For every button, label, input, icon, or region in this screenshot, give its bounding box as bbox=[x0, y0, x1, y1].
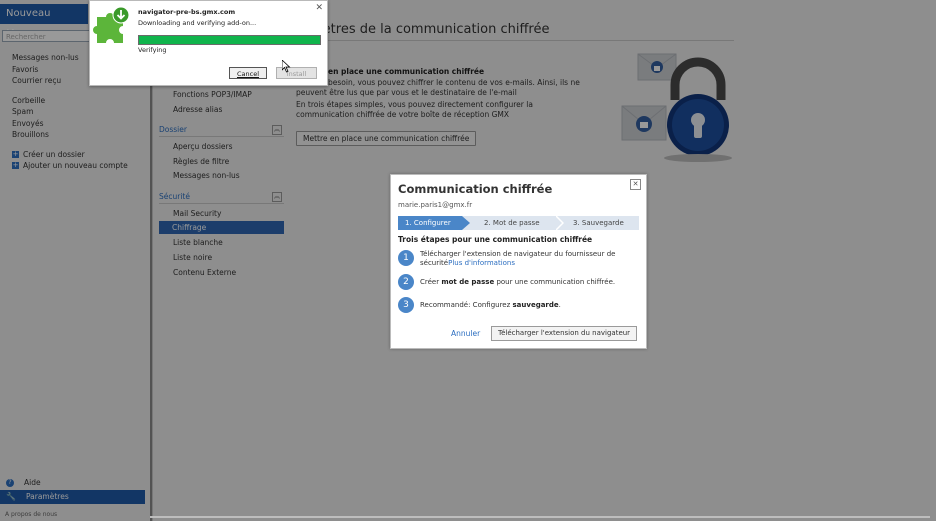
addon-message: Downloading and verifying add-on... bbox=[138, 19, 257, 27]
mail-app: Nouveau Message Rechercher Messages non-… bbox=[0, 0, 936, 521]
mouse-cursor-icon bbox=[282, 60, 291, 73]
step-configure: 1. Configurer bbox=[398, 216, 470, 230]
step-number: 3 bbox=[398, 297, 414, 313]
bottom-edge bbox=[150, 516, 930, 518]
step-2-pre: Créer bbox=[420, 278, 442, 286]
addon-progress-bar bbox=[138, 35, 321, 45]
chevron-right-icon bbox=[556, 216, 564, 230]
step-password: 2. Mot de passe bbox=[484, 219, 540, 227]
step-3-pre: Recommandé: Configurez bbox=[420, 301, 513, 309]
download-extension-button[interactable]: Télécharger l'extension du navigateur bbox=[491, 326, 638, 341]
close-icon[interactable]: ✕ bbox=[630, 179, 641, 190]
addon-install-popup: navigator-pre-bs.gmx.com Downloading and… bbox=[89, 0, 328, 86]
step-2-bold: mot de passe bbox=[441, 278, 495, 286]
addon-cancel-label: Cancel bbox=[236, 70, 260, 78]
step-2-post: pour une communication chiffrée. bbox=[494, 278, 616, 286]
close-icon[interactable]: ✕ bbox=[315, 3, 323, 13]
dialog-email: marie.paris1@gmx.fr bbox=[398, 201, 473, 209]
step-item-1: 1 Télécharger l'extension de navigateur … bbox=[398, 250, 640, 267]
encryption-dialog: Communication chiffrée ✕ marie.paris1@gm… bbox=[390, 174, 647, 349]
step-item-2: 2 Créer mot de passe pour une communicat… bbox=[398, 274, 640, 290]
step-text: Créer mot de passe pour une communicatio… bbox=[420, 274, 640, 287]
addon-host: navigator-pre-bs.gmx.com bbox=[138, 8, 236, 16]
step-item-3: 3 Recommandé: Configurez sauvegarde. bbox=[398, 297, 640, 313]
dialog-subheading: Trois étapes pour une communication chif… bbox=[398, 235, 593, 244]
more-info-link[interactable]: Plus d'informations bbox=[448, 259, 515, 267]
step-3-bold: sauvegarde bbox=[512, 301, 559, 309]
step-text: Télécharger l'extension de navigateur du… bbox=[420, 250, 640, 267]
step-progress: 1. Configurer 2. Mot de passe 3. Sauvega… bbox=[398, 216, 639, 230]
addon-progress-fill bbox=[139, 36, 320, 44]
step-backup: 3. Sauvegarde bbox=[573, 219, 624, 227]
dialog-title: Communication chiffrée bbox=[398, 182, 553, 196]
step-3-post: . bbox=[558, 301, 561, 309]
addon-status: Verifying bbox=[138, 46, 167, 54]
cancel-link[interactable]: Annuler bbox=[451, 329, 480, 338]
addon-cancel-button[interactable]: Cancel bbox=[229, 67, 267, 79]
puzzle-piece-icon bbox=[93, 6, 130, 43]
step-number: 2 bbox=[398, 274, 414, 290]
step-text: Recommandé: Configurez sauvegarde. bbox=[420, 297, 640, 310]
step-number: 1 bbox=[398, 250, 414, 266]
